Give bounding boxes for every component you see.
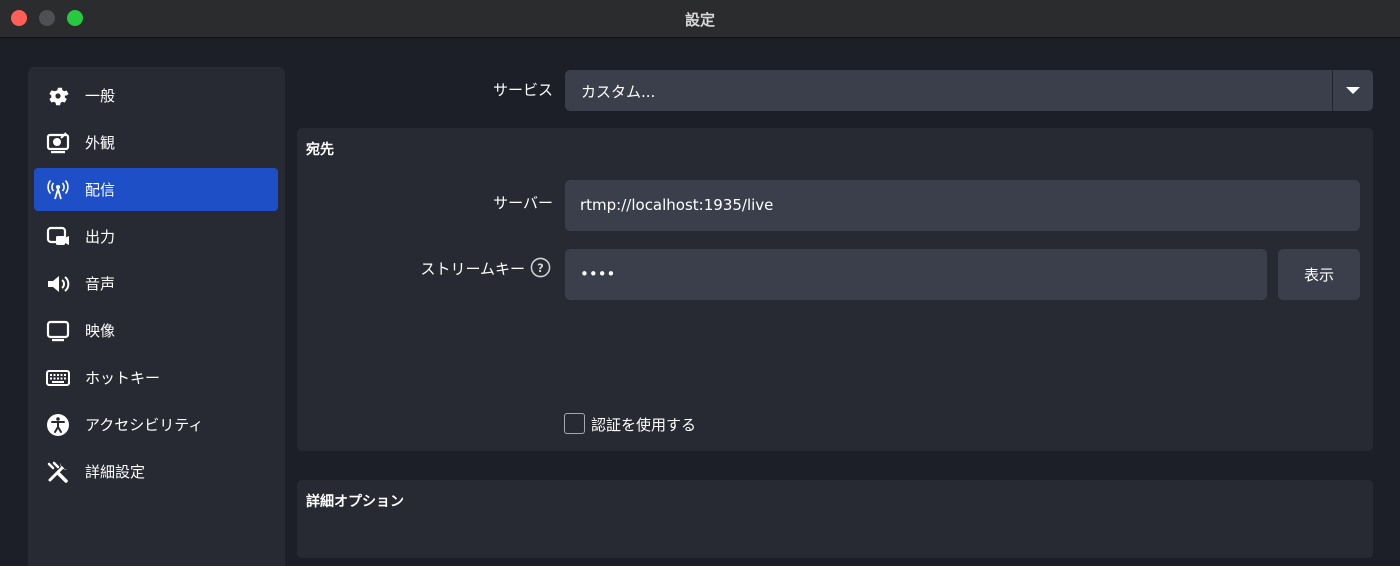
server-label: サーバー	[493, 194, 553, 212]
gear-icon	[49, 87, 69, 106]
sidebar-item-output[interactable]: 出力	[34, 215, 278, 258]
settings-sidebar: 一般 外観 配信 出力 音声 映像 ホットキー アクセシビリティ 詳細設定	[28, 67, 285, 566]
use-auth-checkbox[interactable]	[564, 413, 585, 434]
sidebar-item-label: 出力	[85, 228, 116, 246]
sidebar-item-hotkeys[interactable]: ホットキー	[34, 356, 278, 399]
accessibility-icon	[47, 414, 69, 436]
tools-icon	[47, 461, 68, 483]
sidebar-item-label: 音声	[85, 275, 116, 293]
sidebar-item-advanced[interactable]: 詳細設定	[34, 450, 278, 493]
sidebar-item-audio[interactable]: 音声	[34, 262, 278, 305]
output-camera-icon	[46, 226, 69, 245]
sidebar-item-appearance[interactable]: 外観	[34, 121, 278, 164]
advanced-options-title: 詳細オプション	[306, 494, 404, 510]
broadcast-antenna-icon	[47, 179, 69, 200]
sidebar-item-label: 一般	[85, 87, 116, 105]
speaker-icon	[48, 276, 70, 292]
use-auth-label[interactable]: 認証を使用する	[591, 414, 696, 435]
service-select-value: カスタム...	[581, 83, 656, 101]
select-divider	[1332, 70, 1333, 111]
chevron-down-icon[interactable]	[1346, 87, 1360, 94]
service-label: サービス	[492, 81, 553, 99]
server-input-value: rtmp://localhost:1935/live	[580, 196, 774, 214]
svg-text:?: ?	[537, 261, 544, 275]
stream-key-label: ストリームキー	[420, 260, 525, 278]
destination-group-title: 宛先	[306, 142, 334, 158]
sidebar-item-label: 映像	[85, 322, 116, 340]
help-icon[interactable]: ?	[530, 257, 551, 278]
sidebar-item-video[interactable]: 映像	[34, 309, 278, 352]
sidebar-item-general[interactable]: 一般	[34, 74, 278, 117]
stream-key-input[interactable]: ••••	[565, 249, 1267, 300]
keyboard-icon	[46, 370, 70, 386]
sidebar-item-accessibility[interactable]: アクセシビリティ	[34, 403, 278, 446]
sidebar-item-label: アクセシビリティ	[85, 416, 204, 434]
sidebar-item-label: 配信	[85, 181, 116, 199]
service-select[interactable]: カスタム...	[565, 70, 1373, 111]
window-title: 設定	[684, 11, 715, 29]
title-bar: 設定	[0, 0, 1400, 38]
sidebar-item-label: 外観	[85, 134, 116, 152]
stream-key-input-value: ••••	[580, 265, 616, 283]
sidebar-item-stream[interactable]: 配信	[34, 168, 278, 211]
sidebar-item-label: 詳細設定	[85, 463, 146, 481]
advanced-options-group: 詳細オプション	[297, 480, 1373, 558]
server-input[interactable]: rtmp://localhost:1935/live	[565, 180, 1360, 231]
sidebar-item-label: ホットキー	[85, 369, 161, 387]
monitor-icon	[46, 320, 70, 342]
show-stream-key-button[interactable]: 表示	[1278, 249, 1360, 300]
appearance-icon	[46, 132, 70, 154]
